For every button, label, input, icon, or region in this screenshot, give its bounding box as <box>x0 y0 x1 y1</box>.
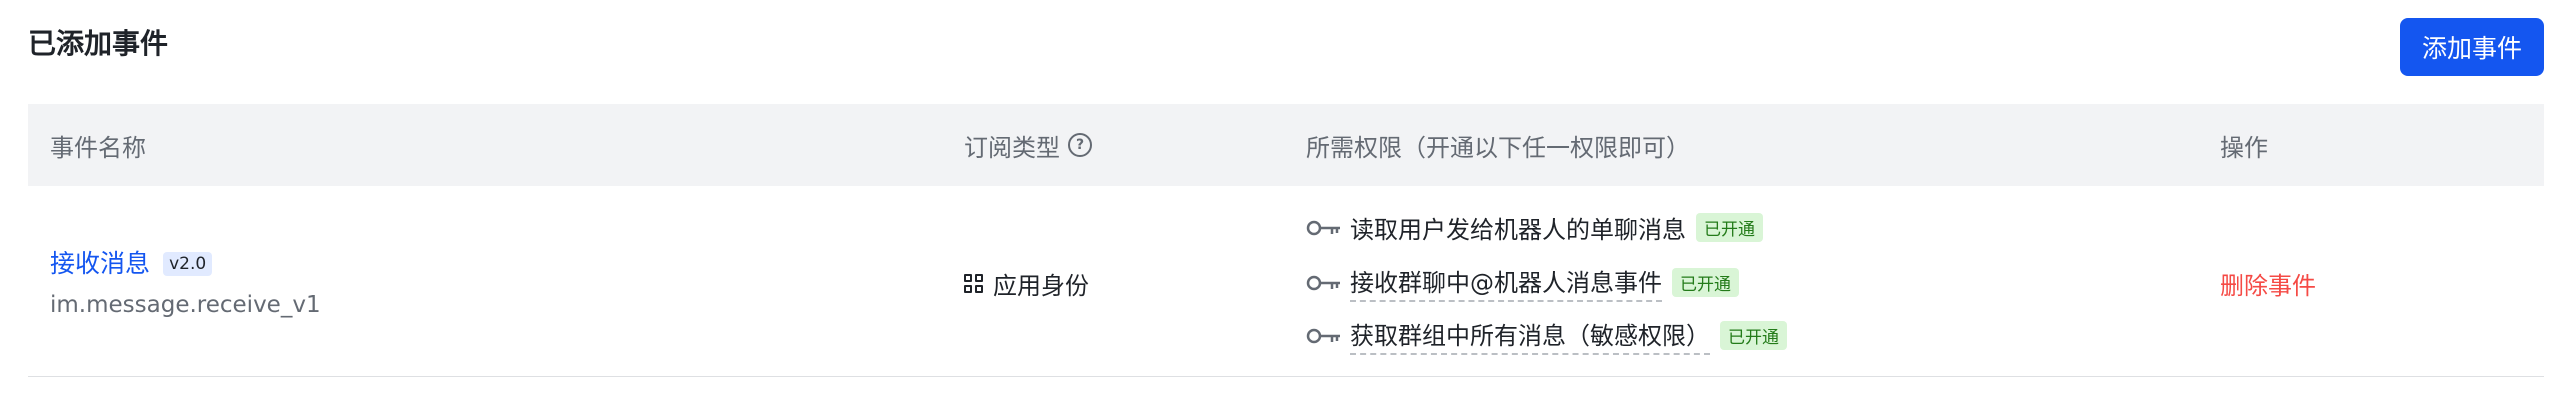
event-key: im.message.receive_v1 <box>50 292 321 318</box>
permission-item: 接收群聊中@机器人消息事件 已开通 <box>1306 263 1739 302</box>
permission-item: 获取群组中所有消息（敏感权限） 已开通 <box>1306 316 1787 355</box>
page-header: 已添加事件 添加事件 <box>0 0 2560 104</box>
events-table: 事件名称 订阅类型 ? 所需权限（开通以下任一权限即可） 操作 接收消息 v2.… <box>28 104 2544 377</box>
key-icon <box>1306 328 1340 343</box>
table-header: 事件名称 订阅类型 ? 所需权限（开通以下任一权限即可） 操作 <box>28 104 2544 186</box>
subscription-type-cell: 应用身份 <box>964 266 1089 301</box>
key-icon <box>1306 220 1340 235</box>
column-header-permissions: 所需权限（开通以下任一权限即可） <box>1306 133 1690 162</box>
status-badge: 已开通 <box>1696 213 1763 242</box>
app-grid-icon <box>964 274 983 293</box>
add-event-button[interactable]: 添加事件 <box>2400 18 2544 76</box>
permission-label[interactable]: 接收群聊中@机器人消息事件 <box>1350 263 1662 302</box>
delete-event-button[interactable]: 删除事件 <box>2220 266 2316 301</box>
version-badge: v2.0 <box>163 252 213 276</box>
table-row: 接收消息 v2.0 im.message.receive_v1 应用身份 读取用… <box>28 186 2544 377</box>
event-name-link[interactable]: 接收消息 <box>50 249 150 278</box>
status-badge: 已开通 <box>1720 321 1787 350</box>
key-icon <box>1306 275 1340 290</box>
permission-label: 读取用户发给机器人的单聊消息 <box>1350 216 1686 244</box>
event-name-cell: 接收消息 v2.0 im.message.receive_v1 <box>50 244 321 318</box>
permission-item: 读取用户发给机器人的单聊消息 已开通 <box>1306 210 1763 245</box>
permission-label[interactable]: 获取群组中所有消息（敏感权限） <box>1350 316 1710 355</box>
column-header-actions: 操作 <box>2220 133 2268 162</box>
subscription-type-label: 应用身份 <box>993 272 1089 300</box>
column-header-subscription-type: 订阅类型 ? <box>964 104 1092 186</box>
page-title: 已添加事件 <box>28 27 169 60</box>
status-badge: 已开通 <box>1672 268 1739 297</box>
column-header-subscription-type-label: 订阅类型 <box>964 133 1060 162</box>
column-header-name: 事件名称 <box>50 133 146 162</box>
help-icon[interactable]: ? <box>1068 133 1092 157</box>
